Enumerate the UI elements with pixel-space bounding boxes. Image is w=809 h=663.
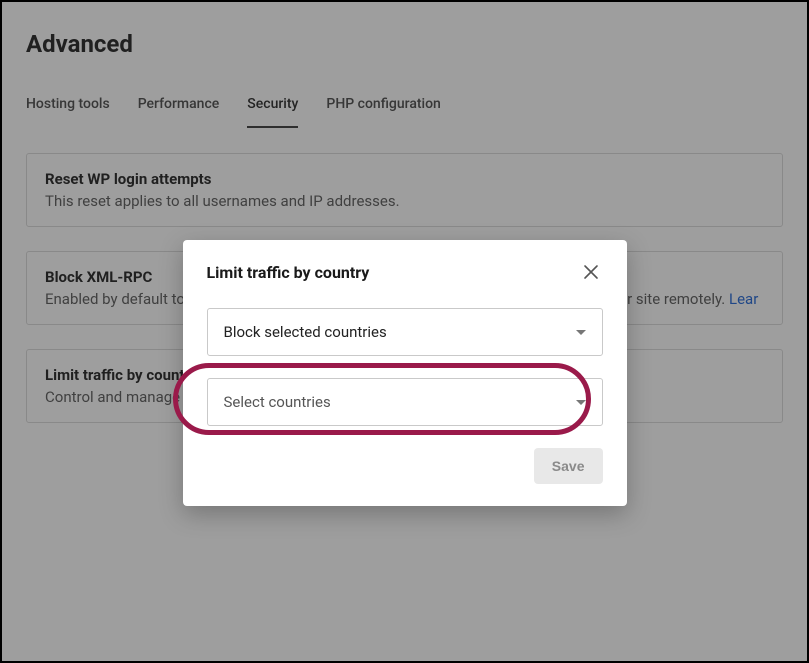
chevron-down-icon (576, 330, 586, 335)
select-value: Block selected countries (224, 323, 387, 341)
block-mode-select[interactable]: Block selected countries (207, 308, 603, 356)
limit-traffic-modal: Limit traffic by country Block selected … (183, 240, 627, 506)
modal-overlay: Limit traffic by country Block selected … (2, 2, 807, 661)
chevron-down-icon (576, 400, 586, 405)
save-button[interactable]: Save (534, 448, 603, 484)
close-button[interactable] (579, 260, 603, 284)
close-icon (583, 264, 599, 280)
select-placeholder: Select countries (224, 393, 331, 411)
modal-title: Limit traffic by country (207, 263, 370, 282)
country-select[interactable]: Select countries (207, 378, 603, 426)
